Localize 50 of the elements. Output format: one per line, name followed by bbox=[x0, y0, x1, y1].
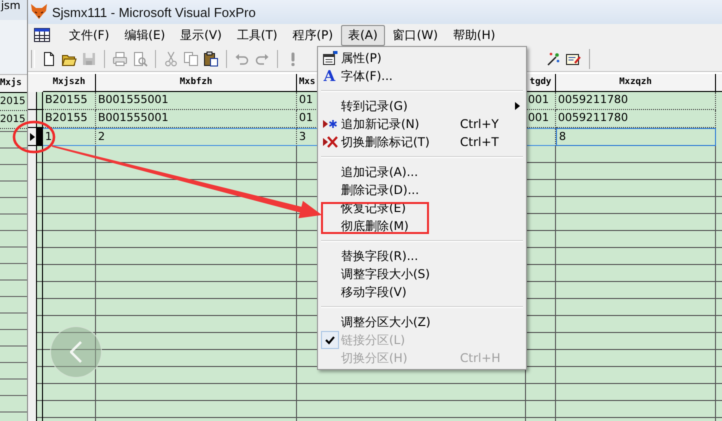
checkmark-icon bbox=[320, 331, 338, 349]
table-cell: B20155 bbox=[43, 110, 96, 128]
column-header[interactable]: Mxjszh bbox=[52, 77, 86, 87]
menu-item[interactable]: 工具(T) bbox=[230, 24, 284, 46]
column-header[interactable]: tgdy bbox=[530, 77, 552, 87]
menu-item[interactable]: 替换字段(R)... bbox=[318, 247, 526, 265]
row-selector[interactable] bbox=[28, 128, 43, 146]
new-file-icon[interactable] bbox=[41, 50, 57, 66]
menu-item[interactable]: 窗口(W) bbox=[386, 24, 445, 46]
menu-item[interactable]: A 字体(F)... bbox=[318, 67, 526, 85]
window-title: jsm bbox=[0, 0, 21, 11]
clipboard-icon[interactable] bbox=[203, 50, 219, 66]
table-cell: 1 bbox=[43, 128, 96, 146]
triangle-cross-icon bbox=[322, 134, 338, 150]
table-cell: B001555001 bbox=[96, 110, 297, 128]
table-cell: 8 bbox=[556, 128, 716, 146]
menu-item[interactable]: 表(A) bbox=[341, 24, 385, 46]
menu-item[interactable]: 删除记录(D)... bbox=[318, 181, 526, 199]
table-cell: 2015 bbox=[0, 114, 26, 125]
menu-item[interactable]: 彻底删除(M) bbox=[318, 217, 526, 235]
menu-item[interactable]: 帮助(H) bbox=[446, 24, 502, 46]
row-selector[interactable] bbox=[28, 92, 43, 110]
table-icon[interactable] bbox=[34, 28, 50, 42]
menu-item[interactable]: 编辑(E) bbox=[117, 24, 172, 46]
menu-item[interactable]: 调整字段大小(S) bbox=[318, 265, 526, 283]
table-cell: 2 bbox=[96, 128, 297, 146]
column-header[interactable]: Mxs bbox=[299, 77, 316, 87]
menu-item[interactable]: 程序(P) bbox=[286, 24, 340, 46]
column-header[interactable]: Mxzqzh bbox=[619, 77, 652, 87]
font-icon: A bbox=[324, 68, 336, 84]
chevron-left-icon bbox=[70, 341, 82, 363]
current-row-icon bbox=[30, 132, 34, 140]
annotation-circle bbox=[12, 120, 56, 154]
properties-icon bbox=[322, 50, 338, 66]
window-title: Sjsmx111 - Microsoft Visual FoxPro bbox=[52, 4, 256, 20]
menu-item[interactable]: 属性(P) bbox=[318, 49, 526, 67]
wand-icon[interactable] bbox=[545, 50, 561, 66]
shortcut-text: Ctrl+H bbox=[460, 351, 500, 365]
shortcut-text: Ctrl+Y bbox=[460, 117, 499, 131]
menu-item[interactable]: 移动字段(V) bbox=[318, 283, 526, 301]
menu-item[interactable]: 文件(F) bbox=[62, 24, 116, 46]
fox-icon bbox=[30, 3, 48, 21]
menu-item[interactable]: 显示(V) bbox=[173, 24, 229, 46]
menu-item[interactable]: 调整分区大小(Z) bbox=[318, 313, 526, 331]
menu-item[interactable]: 追加记录(A)... bbox=[318, 163, 526, 181]
table-cell: 2015 bbox=[0, 96, 26, 107]
shortcut-text: Ctrl+T bbox=[460, 135, 499, 149]
submenu-arrow-icon bbox=[514, 102, 520, 110]
column-header[interactable]: Mxbfzh bbox=[180, 77, 212, 87]
table-cell: 0059211780 bbox=[556, 110, 716, 128]
